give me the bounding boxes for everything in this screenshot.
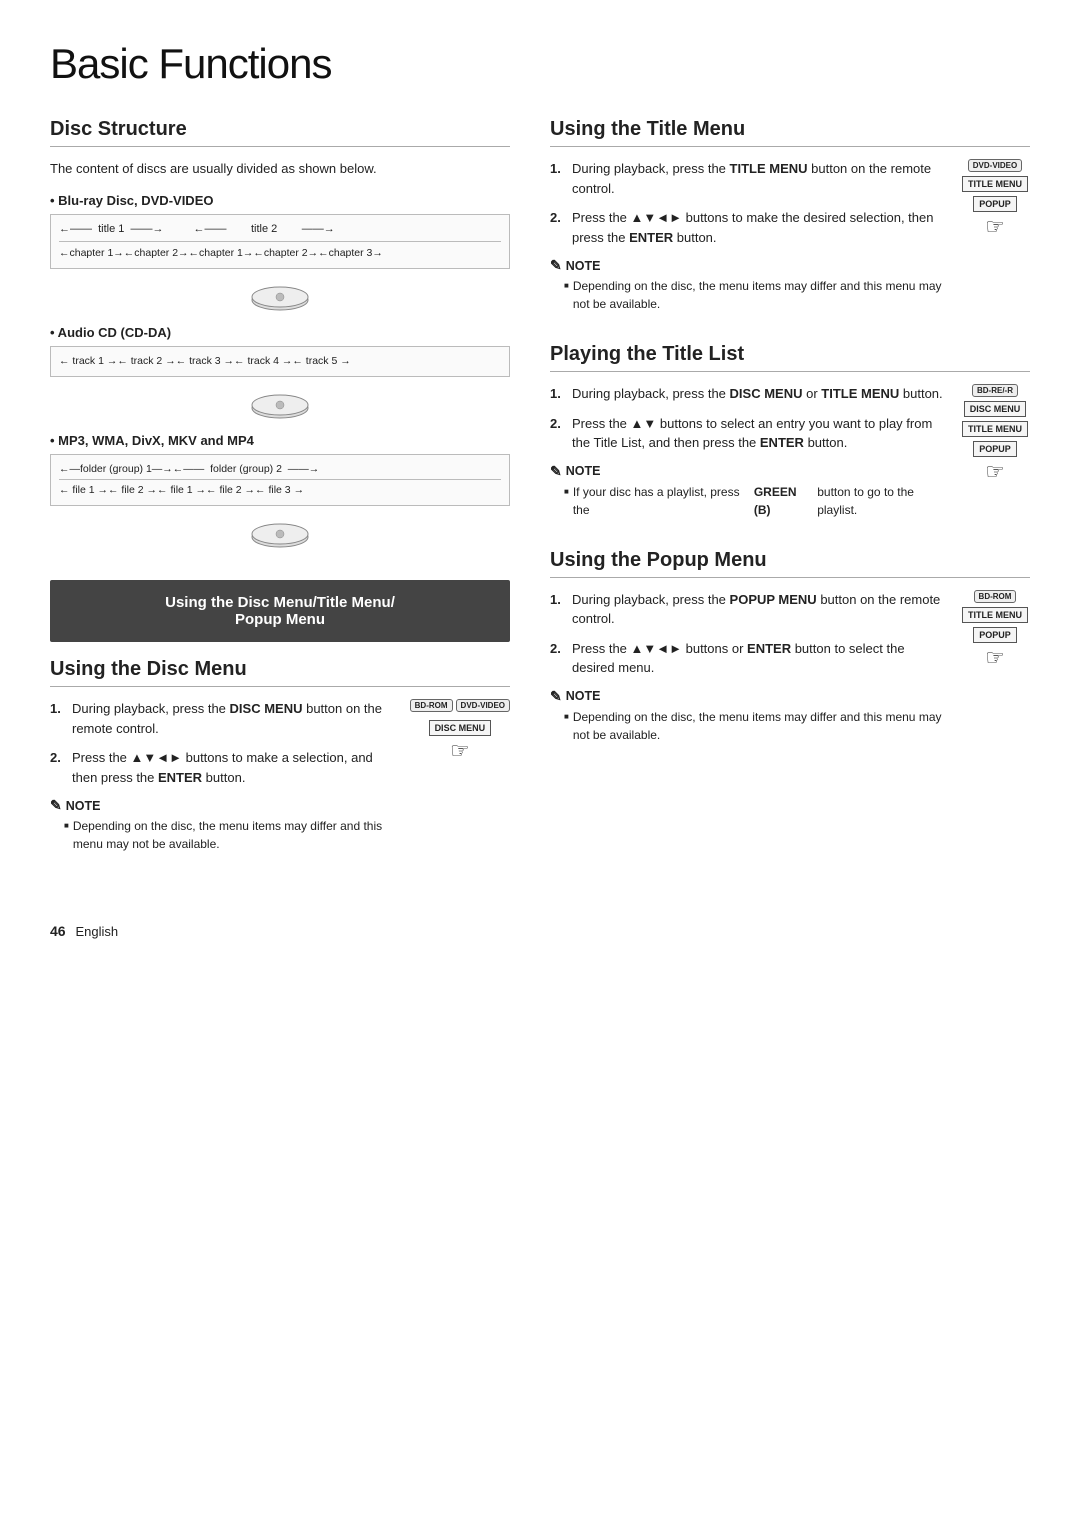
popup-menu-note-item1: Depending on the disc, the menu items ma… xyxy=(550,708,950,744)
dvd-video-badge-tm: DVD-VIDEO xyxy=(968,159,1022,172)
mp3-diagram: ←—folder (group) 1—→←—— folder (group) 2… xyxy=(50,454,510,507)
title-list-steps: 1. During playback, press the DISC MENU … xyxy=(550,384,950,453)
audio-disc-icon xyxy=(50,393,510,423)
hand-pointer-icon: ☞ xyxy=(450,738,470,764)
disc-menu-button-tl: DISC MENU xyxy=(964,401,1027,417)
title-menu-remote: DVD-VIDEO TITLE MENU POPUP ☞ xyxy=(960,159,1030,240)
title-menu-content: 1. During playback, press the TITLE MENU… xyxy=(550,159,950,315)
bluray-disc-icon xyxy=(50,285,510,315)
note-label-text-4: NOTE xyxy=(566,689,601,703)
title-menu-button-tl: TITLE MENU xyxy=(962,421,1028,437)
title-list-section: Playing the Title List 1. During playbac… xyxy=(550,343,1030,521)
popup-menu-remote: BD-ROM TITLE MENU POPUP ☞ xyxy=(960,590,1030,671)
popup-button-tl: POPUP xyxy=(973,441,1017,457)
bluray-diagram: ←—— title 1 ——→ ←—— title 2 ——→ ←chapter… xyxy=(50,214,510,269)
dvd-video-badge: DVD-VIDEO xyxy=(456,699,510,712)
bd-rom-badge: BD-ROM xyxy=(410,699,453,712)
popup-menu-note: ✎ NOTE Depending on the disc, the menu i… xyxy=(550,688,950,744)
highlight-box: Using the Disc Menu/Title Menu/ Popup Me… xyxy=(50,580,510,642)
title-list-remote: BD-RE/-R DISC MENU TITLE MENU POPUP ☞ xyxy=(960,384,1030,485)
note-label-text-2: NOTE xyxy=(566,259,601,273)
hand-pointer-icon-3: ☞ xyxy=(985,459,1005,485)
disc-menu-steps: 1. During playback, press the DISC MENU … xyxy=(50,699,400,787)
note-pencil-icon-4: ✎ xyxy=(550,688,562,705)
disc-structure-title: Disc Structure xyxy=(50,118,510,147)
note-label-text: NOTE xyxy=(66,799,101,813)
disc-menu-remote: BD-ROM DVD-VIDEO DISC MENU ☞ xyxy=(410,699,510,764)
disc-menu-section: Using the Disc Menu 1. During playback, … xyxy=(50,658,510,855)
popup-menu-content: 1. During playback, press the POPUP MENU… xyxy=(550,590,950,746)
highlight-line1: Using the Disc Menu/Title Menu/ xyxy=(70,594,490,611)
disc-menu-content: 1. During playback, press the DISC MENU … xyxy=(50,699,400,855)
page-title: Basic Functions xyxy=(50,40,1030,88)
title-menu-note: ✎ NOTE Depending on the disc, the menu i… xyxy=(550,257,950,313)
title-menu-step2: 2. Press the ▲▼◄► buttons to make the de… xyxy=(550,208,950,247)
popup-menu-step2: 2. Press the ▲▼◄► buttons or ENTER butto… xyxy=(550,639,950,678)
bluray-label: • Blu-ray Disc, DVD-VIDEO xyxy=(50,193,510,208)
popup-button-pm: POPUP xyxy=(973,627,1017,643)
popup-menu-steps: 1. During playback, press the POPUP MENU… xyxy=(550,590,950,678)
popup-button-tm: POPUP xyxy=(973,196,1017,212)
note-label-text-3: NOTE xyxy=(566,464,601,478)
bd-re-badge: BD-RE/-R xyxy=(972,384,1018,397)
hand-pointer-icon-2: ☞ xyxy=(985,214,1005,240)
title-menu-step1: 1. During playback, press the TITLE MENU… xyxy=(550,159,950,198)
note-pencil-icon: ✎ xyxy=(50,797,62,814)
title-list-step2: 2. Press the ▲▼ buttons to select an ent… xyxy=(550,414,950,453)
title-list-step1: 1. During playback, press the DISC MENU … xyxy=(550,384,950,404)
title-list-content: 1. During playback, press the DISC MENU … xyxy=(550,384,950,521)
title-menu-button: TITLE MENU xyxy=(962,176,1028,192)
title-list-note: ✎ NOTE If your disc has a playlist, pres… xyxy=(550,463,950,519)
page-number: 46 xyxy=(50,923,66,939)
left-column: Disc Structure The content of discs are … xyxy=(50,118,510,883)
title-menu-title: Using the Title Menu xyxy=(550,118,1030,147)
audio-label: • Audio CD (CD-DA) xyxy=(50,325,510,340)
disc-structure-intro: The content of discs are usually divided… xyxy=(50,159,510,179)
title-menu-button-pm: TITLE MENU xyxy=(962,607,1028,623)
note-pencil-icon-2: ✎ xyxy=(550,257,562,274)
popup-menu-section: Using the Popup Menu 1. During playback,… xyxy=(550,549,1030,746)
audio-diagram: ← track 1 →← track 2 →← track 3 →← track… xyxy=(50,346,510,377)
hand-pointer-icon-4: ☞ xyxy=(985,645,1005,671)
disc-structure-section: Disc Structure The content of discs are … xyxy=(50,118,510,552)
mp3-disc-icon xyxy=(50,522,510,552)
disc-menu-note-item1: Depending on the disc, the menu items ma… xyxy=(50,817,400,853)
title-menu-note-item1: Depending on the disc, the menu items ma… xyxy=(550,277,950,313)
note-pencil-icon-3: ✎ xyxy=(550,463,562,480)
disc-menu-button: DISC MENU xyxy=(429,720,492,736)
title-menu-section: Using the Title Menu 1. During playback,… xyxy=(550,118,1030,315)
page-footer: 46 English xyxy=(50,923,1030,939)
bd-rom-badge-pm: BD-ROM xyxy=(974,590,1017,603)
page-lang: English xyxy=(75,924,118,939)
disc-menu-step1: 1. During playback, press the DISC MENU … xyxy=(50,699,400,738)
right-column: Using the Title Menu 1. During playback,… xyxy=(550,118,1030,883)
disc-menu-title: Using the Disc Menu xyxy=(50,658,510,687)
mp3-label: • MP3, WMA, DivX, MKV and MP4 xyxy=(50,433,510,448)
title-menu-steps: 1. During playback, press the TITLE MENU… xyxy=(550,159,950,247)
popup-menu-title: Using the Popup Menu xyxy=(550,549,1030,578)
disc-menu-note: ✎ NOTE Depending on the disc, the menu i… xyxy=(50,797,400,853)
highlight-line2: Popup Menu xyxy=(70,611,490,628)
title-list-title: Playing the Title List xyxy=(550,343,1030,372)
title-list-note-item1: If your disc has a playlist, press the G… xyxy=(550,483,950,519)
popup-menu-step1: 1. During playback, press the POPUP MENU… xyxy=(550,590,950,629)
disc-menu-step2: 2. Press the ▲▼◄► buttons to make a sele… xyxy=(50,748,400,787)
